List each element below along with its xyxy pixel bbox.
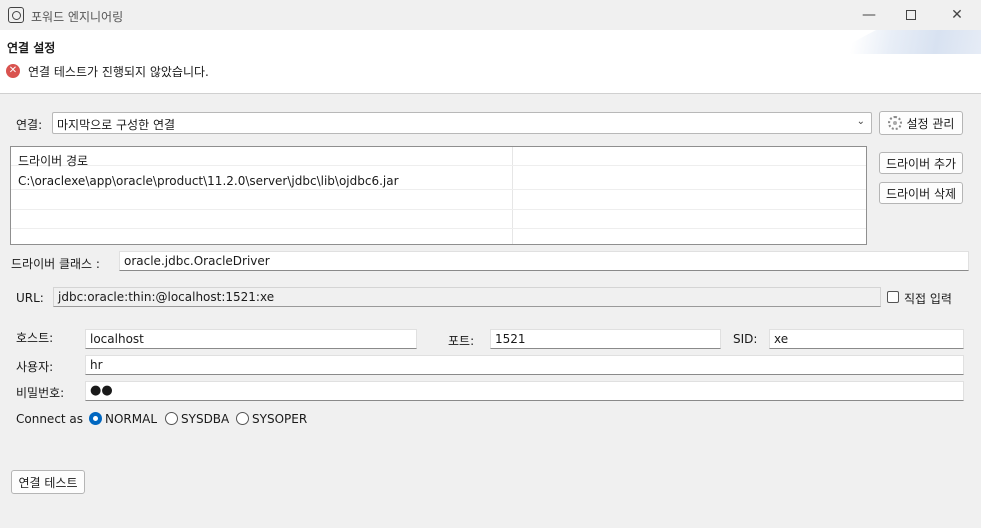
gear-icon: [887, 116, 902, 130]
radio-sysoper-label: SYSOPER: [252, 412, 308, 426]
sid-field[interactable]: xe: [769, 329, 964, 349]
test-connection-button[interactable]: 연결 테스트: [11, 470, 85, 494]
sid-label: SID:: [733, 332, 758, 346]
minimize-button[interactable]: —: [846, 0, 892, 30]
host-field[interactable]: localhost: [85, 329, 417, 349]
radio-sysdba[interactable]: [165, 412, 178, 425]
driver-path-table[interactable]: 드라이버 경로 C:\oraclexe\app\oracle\product\1…: [10, 146, 867, 245]
banner-decoration: [831, 30, 981, 54]
title-bar: 포워드 엔지니어링 — ✕: [0, 0, 981, 30]
connection-select[interactable]: 마지막으로 구성한 연결 ⌄: [52, 112, 872, 134]
maximize-icon: [906, 10, 916, 20]
add-driver-button[interactable]: 드라이버 추가: [879, 152, 963, 174]
error-icon: ✕: [6, 64, 20, 78]
column-header: 드라이버 경로: [18, 154, 89, 168]
password-label: 비밀번호:: [16, 386, 65, 400]
url-field[interactable]: jdbc:oracle:thin:@localhost:1521:xe: [53, 287, 881, 307]
header-title: 연결 설정: [7, 41, 56, 55]
radio-normal-label: NORMAL: [105, 412, 158, 426]
port-field[interactable]: 1521: [490, 329, 721, 349]
connect-as-label: Connect as: [16, 412, 84, 426]
direct-input-label: 직접 입력: [904, 292, 952, 306]
table-row-empty: [11, 210, 866, 229]
chevron-down-icon: ⌄: [856, 116, 865, 127]
window-title: 포워드 엔지니어링: [31, 10, 124, 24]
driver-class-label: 드라이버 클래스 :: [11, 257, 100, 271]
direct-input-checkbox[interactable]: [887, 291, 899, 303]
table-row[interactable]: C:\oraclexe\app\oracle\product\11.2.0\se…: [11, 171, 866, 190]
radio-sysdba-label: SYSDBA: [181, 412, 230, 426]
app-icon: [8, 7, 24, 23]
password-field[interactable]: ●●: [85, 381, 964, 401]
remove-driver-button[interactable]: 드라이버 삭제: [879, 182, 963, 204]
dialog-header: 연결 설정 ✕ 연결 테스트가 진행되지 않았습니다.: [0, 30, 981, 94]
user-field[interactable]: hr: [85, 355, 964, 375]
driver-path-cell: C:\oraclexe\app\oracle\product\11.2.0\se…: [18, 174, 399, 188]
settings-manage-button[interactable]: 설정 관리: [879, 111, 963, 135]
radio-sysoper[interactable]: [236, 412, 249, 425]
close-button[interactable]: ✕: [934, 0, 980, 30]
user-label: 사용자:: [16, 360, 54, 374]
maximize-button[interactable]: [888, 0, 934, 30]
url-label: URL:: [16, 291, 44, 305]
status-message: 연결 테스트가 진행되지 않았습니다.: [28, 65, 209, 79]
connection-selected-value: 마지막으로 구성한 연결: [57, 118, 176, 132]
port-label: 포트:: [448, 334, 475, 348]
host-label: 호스트:: [16, 331, 54, 345]
driver-class-field[interactable]: oracle.jdbc.OracleDriver: [119, 251, 969, 271]
settings-manage-label: 설정 관리: [906, 116, 955, 131]
table-row-empty: [11, 191, 866, 210]
table-header-row: 드라이버 경로: [11, 147, 866, 168]
radio-normal[interactable]: [89, 412, 102, 425]
connection-label: 연결:: [16, 118, 43, 132]
